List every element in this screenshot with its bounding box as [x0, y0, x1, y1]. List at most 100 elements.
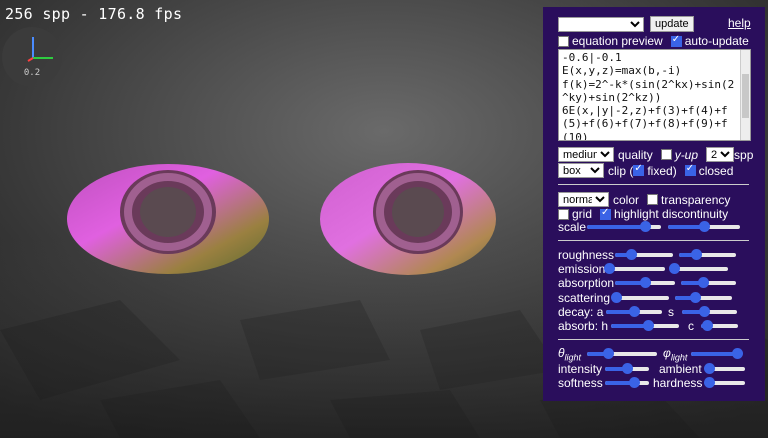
- equation-line: ^ky)+sin(2^kz)): [562, 90, 662, 104]
- equation-preview-checkbox[interactable]: [558, 35, 569, 47]
- scale-label: scale: [558, 220, 587, 234]
- equation-preview-label: equation preview: [572, 34, 663, 48]
- y-up-checkbox[interactable]: [660, 149, 672, 160]
- scale-slider-2[interactable]: [668, 221, 740, 233]
- slider-thumb[interactable]: [639, 221, 651, 232]
- closed-label: closed: [698, 163, 734, 178]
- preset-select[interactable]: [558, 16, 644, 32]
- scattering-slider[interactable]: [610, 292, 669, 304]
- transparency-checkbox[interactable]: [647, 194, 659, 205]
- ambient-slider[interactable]: [704, 363, 745, 375]
- slider-thumb[interactable]: [668, 263, 680, 274]
- auto-update-checkbox[interactable]: [670, 34, 682, 47]
- closed-checkbox[interactable]: [684, 163, 696, 176]
- intensity-slider[interactable]: [605, 363, 649, 375]
- slider-thumb[interactable]: [628, 377, 640, 388]
- emission-slider[interactable]: [603, 263, 665, 275]
- slider-thumb[interactable]: [603, 263, 615, 274]
- decay-a-slider[interactable]: [606, 306, 662, 318]
- equation-scrollbar[interactable]: [740, 50, 750, 140]
- slider-thumb[interactable]: [732, 348, 743, 359]
- emission-slider-2[interactable]: [668, 263, 728, 275]
- absorption-label: absorption: [558, 276, 615, 290]
- slider-fill: [691, 352, 737, 356]
- slider-thumb[interactable]: [701, 320, 713, 331]
- scattering-slider-2[interactable]: [675, 292, 732, 304]
- clip-label: clip (: [608, 163, 634, 178]
- highlight-discontinuity-label: highlight discontinuity: [614, 207, 729, 221]
- fixed-label: fixed): [647, 163, 677, 178]
- update-button[interactable]: update: [650, 16, 694, 32]
- hardness-slider[interactable]: [704, 377, 745, 389]
- theta-light-slider[interactable]: [587, 348, 657, 360]
- phi-subscript: light: [670, 352, 688, 363]
- slider-thumb[interactable]: [640, 277, 651, 288]
- slider-thumb[interactable]: [699, 221, 710, 232]
- phi-light-slider[interactable]: [691, 348, 743, 360]
- axis-gizmo-icon: [27, 37, 53, 62]
- decay-s-label: s: [668, 305, 674, 319]
- grid-checkbox[interactable]: [558, 208, 569, 220]
- divider: [558, 339, 749, 340]
- absorb-h-label: absorb: h: [558, 319, 609, 333]
- quality-select[interactable]: medium: [558, 147, 614, 162]
- quality-label: quality: [618, 147, 653, 162]
- spp-label: spp: [734, 147, 754, 162]
- color-label: color: [613, 192, 640, 207]
- softness-label: softness: [558, 376, 603, 390]
- slider-thumb[interactable]: [698, 277, 709, 288]
- slider-fill: [587, 225, 645, 229]
- scale-slider[interactable]: [587, 221, 661, 233]
- slider-thumb[interactable]: [689, 292, 701, 303]
- help-link[interactable]: help: [728, 16, 751, 30]
- roughness-slider[interactable]: [615, 249, 673, 261]
- slider-thumb[interactable]: [622, 363, 633, 374]
- absorb-h-slider[interactable]: [611, 320, 679, 332]
- equation-line: f(k)=2^-k*(sin(2^kx)+sin(2: [562, 77, 735, 91]
- decay-s-slider[interactable]: [682, 306, 737, 318]
- slider-thumb[interactable]: [629, 306, 640, 317]
- roughness-label: roughness: [558, 248, 615, 262]
- y-up-label: y-up: [674, 147, 699, 162]
- slider-thumb[interactable]: [699, 306, 710, 317]
- absorb-c-slider[interactable]: [701, 320, 738, 332]
- fps-counter: 256 spp - 176.8 fps: [5, 5, 183, 23]
- slider-track: [607, 267, 665, 271]
- slider-thumb[interactable]: [691, 249, 703, 260]
- slider-thumb[interactable]: [610, 292, 622, 303]
- color-select[interactable]: normal: [558, 192, 609, 207]
- grid-label: grid: [572, 207, 593, 221]
- hardness-label: hardness: [653, 376, 703, 390]
- equation-editor[interactable]: -0.6|-0.1 E(x,y,z)=max(b,-i) f(k)=2^-k*(…: [558, 49, 751, 141]
- equation-line: (10): [562, 130, 589, 141]
- absorption-slider[interactable]: [615, 277, 675, 289]
- ambient-label: ambient: [659, 362, 702, 376]
- clip-select[interactable]: box: [558, 163, 604, 178]
- theta-light-label: θlight: [558, 346, 581, 362]
- scattering-label: scattering: [558, 291, 611, 305]
- roughness-slider-2[interactable]: [679, 249, 736, 261]
- highlight-discontinuity-checkbox[interactable]: [600, 207, 612, 220]
- absorb-c-label: c: [688, 319, 694, 333]
- equation-line: (5)+f(6)+f(7)+f(8)+f(9)+f: [562, 117, 728, 131]
- fixed-checkbox[interactable]: [633, 163, 645, 176]
- slider-thumb[interactable]: [643, 320, 655, 331]
- transparency-label: transparency: [661, 192, 731, 207]
- gizmo-scale-label: 0.2: [23, 68, 41, 78]
- emission-label: emission: [558, 262, 606, 276]
- slider-thumb[interactable]: [704, 377, 715, 388]
- equation-line: E(x,y,z)=max(b,-i): [562, 64, 682, 78]
- absorption-slider-2[interactable]: [681, 277, 736, 289]
- slider-thumb[interactable]: [626, 249, 638, 260]
- auto-update-label: auto-update: [684, 34, 749, 48]
- slider-thumb[interactable]: [603, 348, 614, 359]
- control-panel: update help equation preview auto-update…: [543, 7, 765, 401]
- spp-select[interactable]: 2⁸: [706, 147, 735, 162]
- softness-slider[interactable]: [605, 377, 649, 389]
- axis-gizmo[interactable]: 0.2: [2, 27, 62, 87]
- decay-a-label: decay: a: [558, 305, 604, 319]
- slider-thumb[interactable]: [704, 363, 715, 374]
- phi-symbol: φ: [663, 346, 671, 360]
- scrollbar-thumb[interactable]: [742, 74, 749, 118]
- intensity-label: intensity: [558, 362, 603, 376]
